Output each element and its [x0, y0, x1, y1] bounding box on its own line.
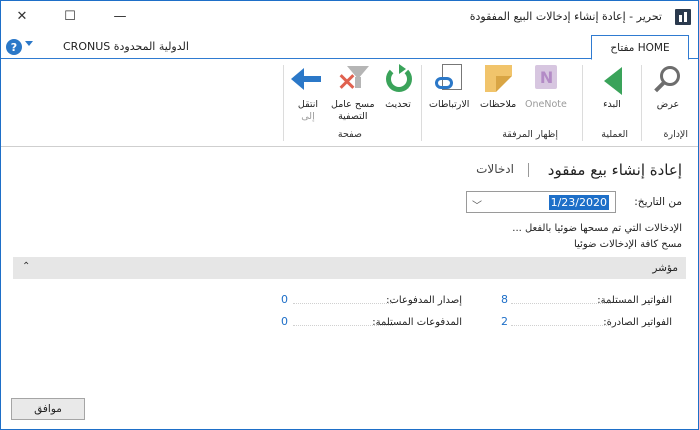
magnifier-icon: [651, 63, 685, 97]
dialog-window: ✕ ☐ — تحرير - إعادة إنشاء إدخالات البيع …: [0, 0, 699, 430]
received-invoices-value[interactable]: 8: [501, 293, 508, 306]
collapse-caret-icon[interactable]: ⌃: [22, 261, 30, 272]
maximize-icon[interactable]: ☐: [57, 5, 83, 27]
scanned-entries-text: الإدخالات التي تم مسحها ضوئيا بالفعل ...: [512, 223, 682, 234]
ribbon: عرض الإدارة البدء العملية N OneNote ملاح…: [1, 59, 698, 147]
chevron-down-icon[interactable]: [25, 41, 33, 46]
dot-leader: [293, 303, 393, 304]
dot-leader: [293, 325, 393, 326]
title-bar: ✕ ☐ — تحرير - إعادة إنشاء إدخالات البيع …: [1, 1, 698, 32]
ribbon-tab-row: ? CRONUS الدولية المحدودة مفتاح HOME: [1, 32, 698, 60]
onenote-icon: N: [529, 63, 563, 97]
from-date-input[interactable]: ﹀ 1/23/2020: [466, 191, 616, 213]
tab-home[interactable]: مفتاح HOME: [591, 35, 689, 60]
page-title: إعادة إنشاء بيع مفقود: [547, 161, 682, 179]
company-name: CRONUS الدولية المحدودة: [63, 40, 189, 53]
clear-filter-label: مسح عامل: [331, 99, 375, 110]
refresh-icon: [381, 63, 415, 97]
group-page-label: صفحة: [337, 129, 362, 140]
onenote-button[interactable]: N OneNote: [525, 63, 567, 111]
start-label: البدء: [603, 99, 621, 110]
refresh-label: تحديث: [385, 99, 411, 110]
onenote-label: OneNote: [525, 99, 567, 110]
group-process-label: العملية: [601, 129, 628, 140]
issued-payments-value[interactable]: 0: [281, 293, 288, 306]
arrow-left-icon: [291, 63, 325, 97]
go-to-label: انتقل: [297, 99, 319, 110]
page-subtitle: ادخالات: [476, 162, 514, 176]
app-logo-icon: [675, 9, 691, 25]
from-date-value[interactable]: 1/23/2020: [548, 195, 609, 210]
help-icon[interactable]: ?: [6, 39, 22, 55]
title-separator: [528, 163, 529, 177]
view-button[interactable]: عرض: [651, 63, 685, 111]
refresh-button[interactable]: تحديث: [381, 63, 415, 111]
start-button[interactable]: البدء: [595, 63, 629, 111]
chevron-down-icon[interactable]: ﹀: [472, 197, 482, 212]
indicator-section-header[interactable]: مؤشر ⌃: [13, 257, 686, 279]
section-title: مؤشر: [652, 262, 678, 274]
links-label: الارتباطات: [429, 99, 470, 110]
note-icon: [481, 63, 515, 97]
issued-payments-label: إصدار المدفوعات:: [386, 295, 462, 306]
group-separator: [421, 65, 422, 141]
group-separator: [283, 65, 284, 141]
group-separator: [582, 65, 583, 141]
notes-button[interactable]: ملاحظات: [480, 63, 516, 111]
clear-filter-label-2: التصفية: [338, 111, 368, 122]
go-to-button[interactable]: انتقل إلى: [291, 63, 325, 123]
received-invoices-label: الفواتير المستلمة:: [597, 295, 672, 306]
dot-leader: [511, 303, 611, 304]
clear-filter-button[interactable]: مسح عامل التصفية: [331, 63, 375, 123]
notes-label: ملاحظات: [480, 99, 517, 110]
ok-button[interactable]: موافق: [11, 398, 85, 420]
links-button[interactable]: الارتباطات: [429, 63, 469, 111]
play-icon: [595, 63, 629, 97]
dot-leader: [511, 325, 611, 326]
issued-invoices-label: الفواتير الصادرة:: [603, 317, 672, 328]
group-show-attached-label: إظهار المرفقة: [502, 129, 558, 140]
close-icon[interactable]: ✕: [9, 5, 35, 27]
issued-invoices-value[interactable]: 2: [501, 315, 508, 328]
minimize-icon[interactable]: —: [107, 5, 133, 27]
window-title: تحرير - إعادة إنشاء إدخالات البيع المفقو…: [469, 10, 662, 23]
view-label: عرض: [656, 99, 680, 110]
group-separator: [641, 65, 642, 141]
from-date-label: من التاريخ:: [634, 196, 682, 208]
links-icon: [432, 63, 466, 97]
received-payments-value[interactable]: 0: [281, 315, 288, 328]
scan-all-entries-text: مسح كافة الإدخالات ضوئيا: [573, 239, 682, 250]
received-payments-label: المدفوعات المستلمة:: [372, 317, 462, 328]
go-to-label-2: إلى: [301, 111, 315, 122]
group-manage-label: الإدارة: [663, 129, 689, 140]
clear-filter-icon: [336, 63, 370, 97]
